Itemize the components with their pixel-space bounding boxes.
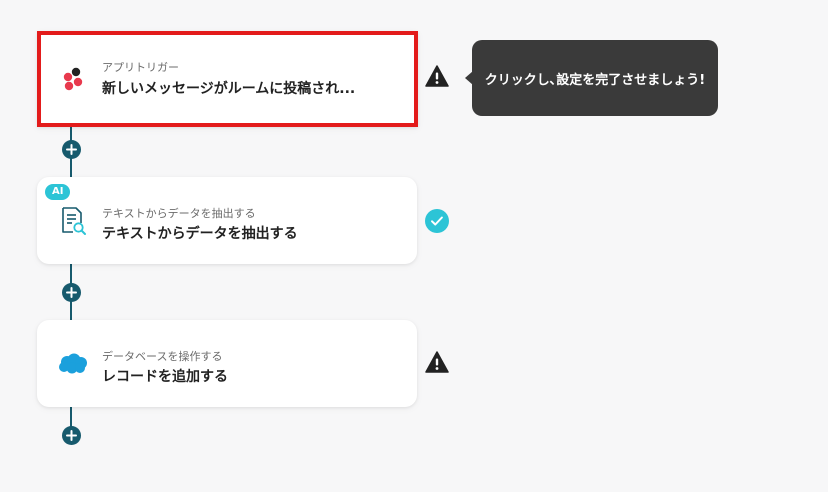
plus-icon [66,287,77,298]
check-circle-icon [425,209,449,233]
connector-line [70,407,72,427]
plus-icon [66,430,77,441]
salesforce-cloud-icon [56,347,90,381]
flow-canvas: アプリトリガー 新しいメッセージがルームに投稿され... クリックし､設定を完了… [0,0,828,492]
tooltip: クリックし､設定を完了させましょう! [472,40,718,116]
flow-step-database[interactable]: データベースを操作する レコードを追加する [37,320,417,407]
plus-icon [66,144,77,155]
add-step-button[interactable] [62,283,81,302]
tooltip-text: クリックし､設定を完了させましょう! [484,72,706,88]
flow-step-ai-extract[interactable]: テキストからデータを抽出する テキストからデータを抽出する [37,177,417,264]
step-title: レコードを追加する [102,369,228,385]
chatwork-icon [56,62,90,96]
ai-badge: AI [45,184,71,200]
step-subtitle: データベースを操作する [102,350,223,363]
add-step-button[interactable] [62,140,81,159]
document-search-icon [56,204,90,238]
step-title: テキストからデータを抽出する [102,226,298,242]
warning-icon [425,350,449,374]
step-title: 新しいメッセージがルームに投稿され... [102,81,356,97]
add-step-button[interactable] [62,426,81,445]
step-subtitle: テキストからデータを抽出する [102,207,256,220]
step-subtitle: アプリトリガー [102,61,179,74]
flow-step-trigger[interactable]: アプリトリガー 新しいメッセージがルームに投稿され... [37,31,418,127]
warning-icon [425,64,449,88]
